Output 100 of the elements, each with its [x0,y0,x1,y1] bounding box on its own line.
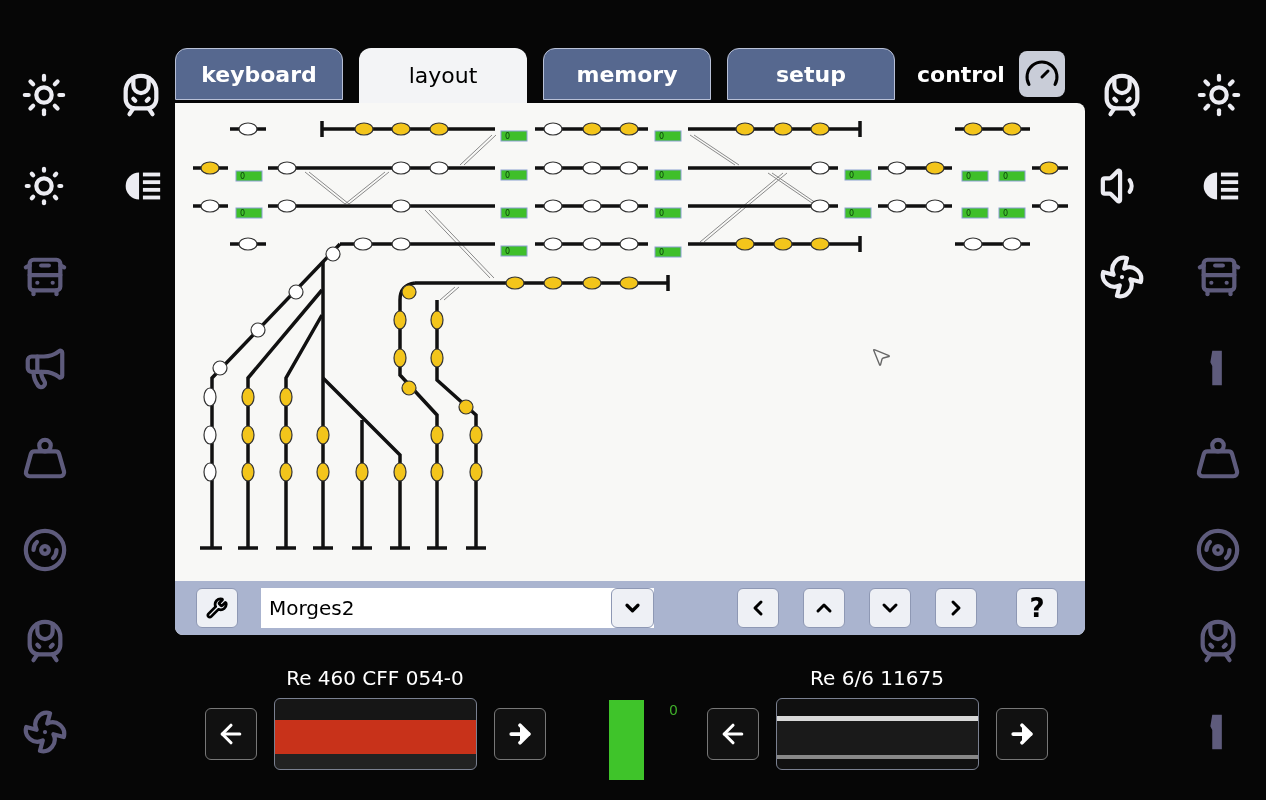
occupancy-lamp[interactable] [391,161,411,175]
occupancy-lamp[interactable] [925,161,945,175]
occupancy-lamp[interactable] [277,199,297,213]
occupancy-lamp[interactable] [925,199,945,213]
next-button[interactable] [493,708,546,760]
occupancy-lamp[interactable] [543,199,563,213]
block-counter: 0 [844,207,872,219]
occupancy-lamp[interactable] [316,462,330,482]
occupancy-lamp[interactable] [241,462,255,482]
occupancy-lamp[interactable] [325,246,341,262]
occupancy-lamp[interactable] [430,348,444,368]
occupancy-lamp[interactable] [582,199,602,213]
occupancy-lamp[interactable] [887,161,907,175]
occupancy-lamp[interactable] [355,462,369,482]
occupancy-lamp[interactable] [200,161,220,175]
occupancy-lamp[interactable] [1039,161,1059,175]
occupancy-lamp[interactable] [810,122,830,136]
scroll-right-button[interactable] [935,588,977,628]
occupancy-lamp[interactable] [279,425,293,445]
occupancy-lamp[interactable] [773,122,793,136]
block-counter: 0 [961,170,989,182]
occupancy-lamp[interactable] [393,462,407,482]
occupancy-lamp[interactable] [353,237,373,251]
occupancy-lamp[interactable] [582,161,602,175]
occupancy-lamp[interactable] [735,237,755,251]
occupancy-lamp[interactable] [430,310,444,330]
occupancy-lamp[interactable] [203,425,217,445]
scroll-left-button[interactable] [737,588,779,628]
occupancy-lamp[interactable] [619,122,639,136]
occupancy-lamp[interactable] [619,161,639,175]
occupancy-lamp[interactable] [279,387,293,407]
occupancy-lamp[interactable] [203,462,217,482]
previous-button[interactable] [204,708,257,760]
occupancy-lamp[interactable] [582,237,602,251]
settings-button[interactable] [196,588,238,628]
occupancy-lamp[interactable] [458,399,474,415]
occupancy-lamp[interactable] [393,348,407,368]
tab[interactable]: keyboard [175,48,343,100]
occupancy-lamp[interactable] [619,237,639,251]
block-counter: 0 [844,169,872,181]
occupancy-lamp[interactable] [963,122,983,136]
occupancy-lamp[interactable] [393,310,407,330]
occupancy-lamp[interactable] [354,122,374,136]
occupancy-lamp[interactable] [430,425,444,445]
occupancy-lamp[interactable] [430,462,444,482]
occupancy-lamp[interactable] [963,237,983,251]
occupancy-lamp[interactable] [212,360,228,376]
occupancy-lamp[interactable] [582,122,602,136]
occupancy-lamp[interactable] [277,161,297,175]
occupancy-lamp[interactable] [238,237,258,251]
occupancy-lamp[interactable] [773,237,793,251]
occupancy-lamp[interactable] [1039,199,1059,213]
occupancy-lamp[interactable] [250,322,266,338]
occupancy-lamp[interactable] [810,199,830,213]
occupancy-lamp[interactable] [543,122,563,136]
next-button[interactable] [995,708,1048,760]
scroll-up-button[interactable] [803,588,845,628]
occupancy-lamp[interactable] [1002,237,1022,251]
dropdown-icon[interactable] [611,588,654,628]
help-button[interactable]: ? [1016,588,1058,628]
occupancy-lamp[interactable] [469,462,483,482]
occupancy-lamp[interactable] [619,276,639,290]
occupancy-lamp[interactable] [1002,122,1022,136]
wrench-icon [206,597,228,619]
occupancy-lamp[interactable] [203,387,217,407]
occupancy-lamp[interactable] [429,161,449,175]
tab[interactable]: memory [543,48,711,100]
scroll-down-button[interactable] [869,588,911,628]
occupancy-lamp[interactable] [469,425,483,445]
track-segment [230,127,266,131]
occupancy-lamp[interactable] [316,425,330,445]
occupancy-lamp[interactable] [241,425,255,445]
occupancy-lamp[interactable] [582,276,602,290]
occupancy-lamp[interactable] [279,462,293,482]
occupancy-lamp[interactable] [238,122,258,136]
occupancy-lamp[interactable] [505,276,525,290]
previous-button[interactable] [706,708,759,760]
occupancy-lamp[interactable] [543,237,563,251]
occupancy-lamp[interactable] [200,199,220,213]
occupancy-lamp[interactable] [887,199,907,213]
occupancy-lamp[interactable] [401,380,417,396]
occupancy-lamp[interactable] [401,284,417,300]
occupancy-lamp[interactable] [391,237,411,251]
occupancy-lamp[interactable] [810,237,830,251]
gauge-icon[interactable] [1018,51,1065,97]
occupancy-lamp[interactable] [543,161,563,175]
occupancy-lamp[interactable] [619,199,639,213]
crossover-line [439,286,460,301]
tab[interactable]: layout [359,48,527,103]
occupancy-lamp[interactable] [391,122,411,136]
occupancy-lamp[interactable] [810,161,830,175]
occupancy-lamp[interactable] [543,276,563,290]
block-counter: 0 [654,207,682,219]
tab[interactable]: setup [727,48,895,100]
layout-select[interactable]: Morges2 [261,588,654,628]
occupancy-lamp[interactable] [391,199,411,213]
occupancy-lamp[interactable] [288,284,304,300]
occupancy-lamp[interactable] [735,122,755,136]
occupancy-lamp[interactable] [241,387,255,407]
occupancy-lamp[interactable] [429,122,449,136]
